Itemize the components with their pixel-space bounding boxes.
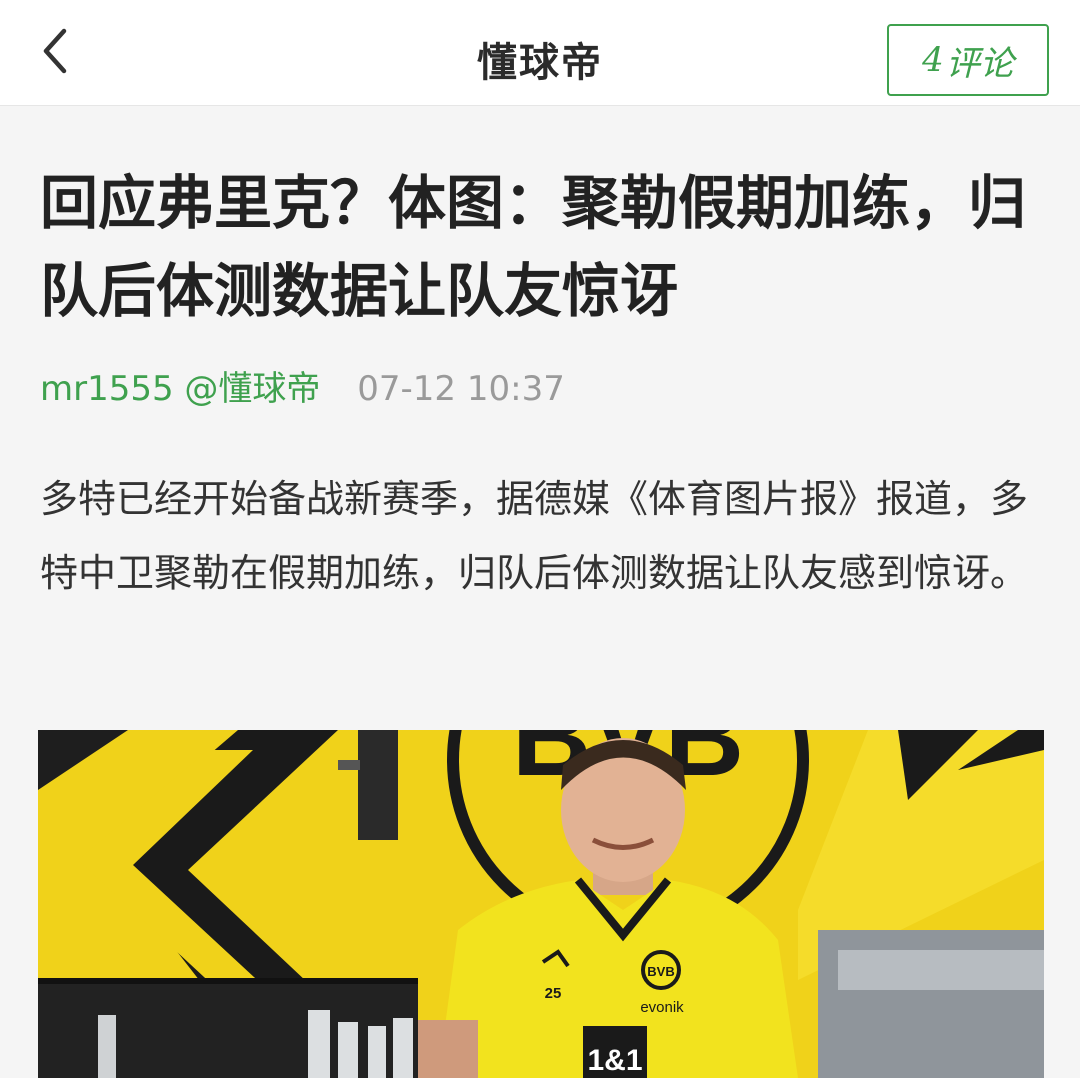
svg-text:BVB: BVB (647, 964, 674, 979)
top-navigation-bar: 懂球帝 4 评论 (0, 0, 1080, 106)
author-link[interactable]: mr1555 @懂球帝 (40, 369, 320, 409)
article-title: 回应弗里克？体图：聚勒假期加练，归队后体测数据让队友惊讶 (40, 169, 1027, 325)
kit-number-text: 25 (545, 985, 562, 1002)
comment-count: 4 (922, 40, 944, 80)
comment-label: 评论 (945, 43, 1014, 84)
article-photo[interactable]: BVB BVB 25 evonik 1&1 (38, 730, 1044, 1078)
kit-brand-text: evonik (640, 999, 684, 1016)
article-container: 回应弗里克？体图：聚勒假期加练，归队后体测数据让队友惊讶 mr1555 @懂球帝… (0, 107, 1080, 1078)
article-meta: mr1555 @懂球帝 07-12 10:37 (40, 369, 565, 409)
publish-time: 07-12 10:37 (357, 369, 565, 409)
comments-button[interactable]: 4 评论 (887, 24, 1049, 96)
sponsor-text: 1&1 (587, 1044, 642, 1077)
article-body-paragraph: 多特已经开始备战新赛季，据德媒《体育图片报》报道，多特中卫聚勒在假期加练，归队后… (40, 477, 1029, 595)
